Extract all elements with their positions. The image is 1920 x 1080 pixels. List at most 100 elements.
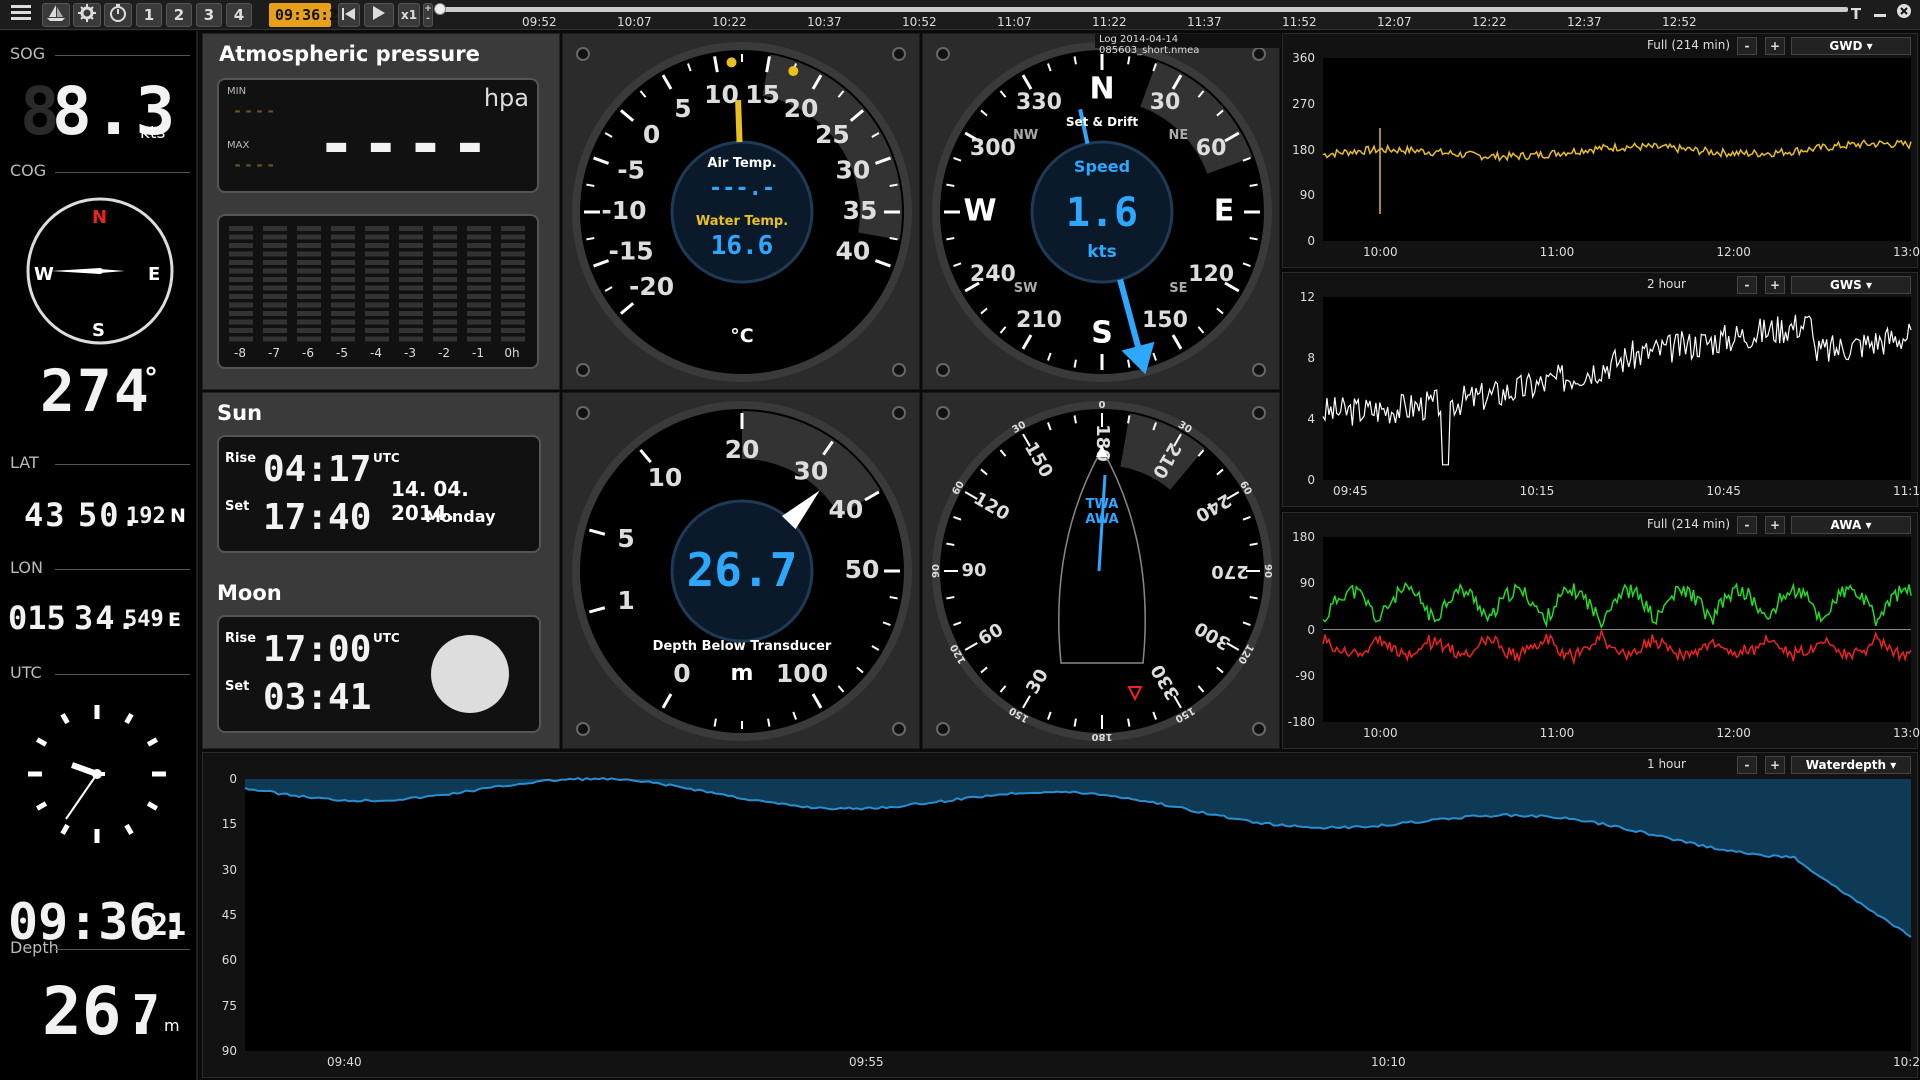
wind-inner-label: 270: [1211, 561, 1249, 582]
speed-stepper[interactable]: + -: [423, 3, 433, 27]
pressure-bar-label: -4: [370, 346, 382, 360]
pressure-bar-label: -8: [234, 346, 246, 360]
temp-tick-label: 20: [784, 94, 819, 123]
pressure-bar-segment: [501, 319, 525, 325]
compass-tick-label: 240: [970, 262, 1016, 287]
plot-y-tick: 60: [221, 953, 237, 968]
plot-y-tick: -90: [1295, 668, 1315, 683]
wind-tick: [1127, 415, 1131, 424]
pressure-bar-segment: [433, 277, 457, 282]
pressure-bar-segment: [263, 260, 287, 265]
pressure-bar-segment: [229, 311, 253, 316]
instrument-sidebar: SOG 8 8.3 kts COG N E S W 274 ° LAT 43 5…: [0, 31, 198, 1080]
compass-tick: [1073, 56, 1077, 65]
compass-tick-label: 330: [1016, 90, 1062, 115]
pressure-bar-segment: [229, 251, 253, 257]
plot-y-tick: 0: [229, 772, 237, 786]
timeline-tick: 12:22: [1472, 15, 1507, 29]
moonrise-time: 17:00: [263, 629, 372, 670]
pressure-bar-segment: [467, 234, 491, 240]
pressure-bar-segment: [229, 336, 253, 342]
pressure-value: ----: [317, 108, 496, 182]
current-day: Monday: [425, 507, 496, 526]
menu-icon[interactable]: [6, 3, 36, 27]
speed-unit: kts: [1087, 242, 1117, 262]
pressure-bar-segment: [263, 302, 287, 308]
pressure-bar-segment: [433, 294, 457, 299]
wind-angle-gauge-panel: 0 30 60 90 120 150 180 150 120 90 60 30 30 60 90 120 150…: [922, 392, 1280, 749]
timeline-slider[interactable]: 09:52 10:07 10:22 10:37 10:52 11:07 11:22 11:37…: [434, 2, 1848, 29]
pressure-bar-segment: [263, 251, 287, 257]
wind-outer-label: 180: [1092, 731, 1113, 742]
depth-minor-tick: [889, 596, 898, 600]
pressure-bar-segment: [297, 243, 321, 248]
compass-s-label: S: [92, 320, 105, 341]
utc-analog-clock: [28, 705, 166, 843]
pressure-bar-segment: [501, 311, 525, 316]
set-drift-gauge-panel: N E S W NE SE SW NW 30 60 120 150 210 240 300 330 Log 2…: [922, 33, 1281, 390]
compass-intercardinal: NW: [1013, 128, 1038, 143]
temp-tick-label: 10: [704, 80, 739, 109]
pressure-bar-segment: [263, 328, 287, 333]
sunset-label: Set: [225, 499, 250, 514]
pressure-bar-segment: [331, 243, 355, 248]
gear-icon[interactable]: [73, 3, 101, 27]
close-icon[interactable]: [1894, 3, 1914, 27]
lon-label: LON: [10, 558, 43, 577]
plot-x-tick: 13:00: [1893, 245, 1920, 259]
pressure-bar-segment: [365, 319, 389, 325]
pressure-bar-segment: [229, 328, 253, 333]
plot-y-tick: 90: [1299, 188, 1315, 203]
wind-outer-label: 0: [1099, 400, 1106, 411]
pressure-bar-segment: [433, 243, 457, 248]
plot-y-tick: 90: [1299, 576, 1315, 591]
depth-label: Depth: [10, 938, 59, 957]
water-temp-marker: [726, 57, 737, 68]
pressure-bar-segment: [433, 260, 457, 265]
moon-display: Rise 17:00 UTC Set 03:41: [217, 615, 541, 733]
plot-x-tick: 11:00: [1539, 726, 1575, 740]
pressure-min-value: ----: [233, 102, 278, 120]
speed-button[interactable]: x1: [398, 3, 420, 27]
pressure-bar-segment: [331, 234, 355, 240]
wind-outer-label: 90: [1262, 564, 1273, 578]
layout-button-3[interactable]: 3: [196, 3, 222, 27]
play-icon[interactable]: [364, 3, 394, 27]
compass-tick: [946, 237, 955, 241]
boat-icon[interactable]: [42, 3, 70, 27]
plot-y-tick: 8: [1307, 351, 1315, 365]
pressure-bar-segment: [501, 285, 525, 291]
timeline-tick: 12:52: [1662, 15, 1697, 29]
temp-tick-label: 15: [745, 80, 780, 109]
moonset-label: Set: [225, 679, 250, 694]
log-file-label: Log 2014-04-14 085603_short.nmea: [1095, 34, 1281, 56]
pressure-bar-segment: [331, 285, 355, 291]
skip-back-icon[interactable]: [338, 3, 360, 27]
compass-n-label: N: [92, 207, 108, 228]
sun-utc-label: UTC: [373, 451, 400, 465]
wind-tick: [1127, 718, 1131, 727]
plot-x-tick: 10:25: [1893, 1055, 1920, 1069]
timeline-tick: 11:37: [1187, 15, 1222, 29]
pressure-bar-segment: [331, 260, 355, 265]
plot-x-tick: 10:15: [1519, 484, 1555, 498]
pressure-bar-segment: [467, 285, 491, 291]
timeline-knob[interactable]: [434, 3, 446, 15]
minimize-icon[interactable]: [1870, 3, 1890, 27]
layout-button-2[interactable]: 2: [166, 3, 192, 27]
pressure-bar-segment: [501, 226, 525, 231]
pressure-bar-segment: [331, 268, 355, 274]
pressure-bar-segment: [229, 294, 253, 299]
compass-intercardinal: SE: [1169, 281, 1187, 296]
pressure-bar-segment: [399, 251, 423, 257]
depth-tick-label: 40: [829, 495, 864, 524]
layout-button-1[interactable]: 1: [136, 3, 162, 27]
plot-x-tick: 10:00: [1363, 245, 1398, 259]
pressure-bar-segment: [433, 336, 457, 342]
stopwatch-icon[interactable]: [104, 3, 132, 27]
screw: [1252, 363, 1266, 377]
sog-unit: kts: [140, 123, 166, 143]
layout-button-4[interactable]: 4: [226, 3, 252, 27]
pressure-bar-segment: [399, 234, 423, 240]
depth-minor-tick: [713, 718, 717, 727]
